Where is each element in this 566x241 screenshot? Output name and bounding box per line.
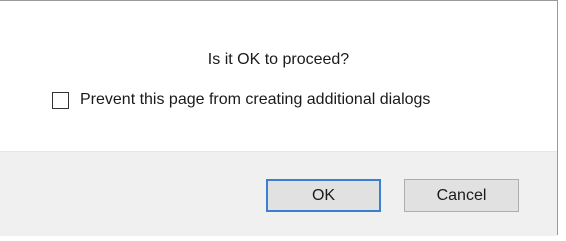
cancel-button[interactable]: Cancel <box>404 179 519 212</box>
prevent-dialogs-label[interactable]: Prevent this page from creating addition… <box>80 91 430 109</box>
dialog-footer: OK Cancel <box>0 151 557 236</box>
dialog-message: Is it OK to proceed? <box>207 51 350 68</box>
confirm-dialog: Is it OK to proceed? Prevent this page f… <box>0 0 558 236</box>
prevent-dialogs-option[interactable]: Prevent this page from creating addition… <box>52 91 430 109</box>
ok-button[interactable]: OK <box>266 179 381 212</box>
dialog-body: Is it OK to proceed? Prevent this page f… <box>0 1 557 151</box>
prevent-dialogs-checkbox[interactable] <box>52 91 69 109</box>
